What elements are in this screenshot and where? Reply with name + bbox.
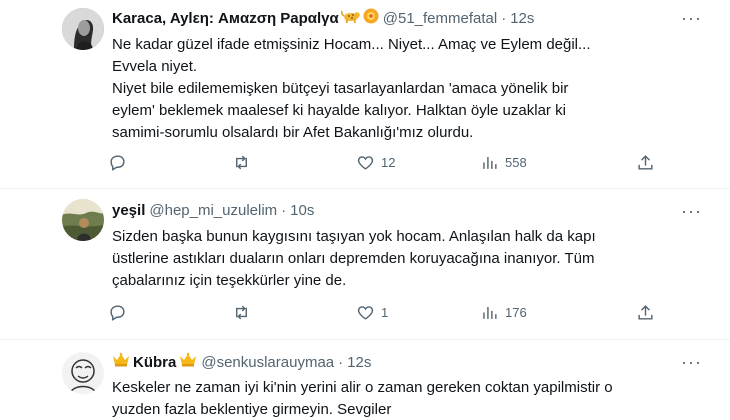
tweet-line: yuzden fazla beklentiye girmeyin. Sevgil… [112,401,392,418]
tweet-line: Ne kadar güzel ifade etmişsiniz Hocam...… [112,36,591,53]
tweet-header: Kübra @senkuslarauymaa · 12s [112,352,371,373]
handle[interactable]: @senkuslarauymaa [201,353,334,373]
display-name[interactable]: Karaca, Aylεη: Aмαzση Papαlγα [112,9,339,29]
avatar[interactable] [62,199,104,241]
reply-button[interactable] [108,303,133,322]
more-options-icon[interactable]: ··· [681,352,702,372]
timestamp[interactable]: 12s [347,353,371,373]
tweet-line: üstlerine astıkları duaların onları depr… [112,250,595,267]
tweet-line: samimi-sorumlu olsalardı bir Afet Bakanl… [112,124,474,141]
avatar-image [62,352,104,394]
views-icon [483,156,497,169]
crown-emoji-icon [112,352,130,373]
tweet-header: Karaca, Aylεη: Aмαzση Papαlγα @51_femmef… [112,8,534,30]
reply-button[interactable] [108,153,133,172]
share-icon [638,304,653,320]
tweet-text: Sizden başka bunun kaygısını taşıyan yok… [112,226,672,292]
heart-icon [357,305,374,320]
views-icon [483,306,497,319]
more-options-icon[interactable]: ··· [681,8,702,28]
tweet-line: çabalarınız için teşekkürler yine de. [112,272,347,289]
more-options-icon[interactable]: ··· [681,201,702,221]
reply-icon [110,304,125,321]
tweet[interactable]: yeşil @hep_mi_uzulelim · 10s ··· Sizden … [0,189,730,340]
timestamp[interactable]: 12s [510,9,534,29]
heart-icon [357,155,374,170]
retweet-icon [236,155,247,169]
share-button[interactable] [636,303,655,322]
retweet-button[interactable] [232,153,257,172]
tweet-text: Keskeler ne zaman iyi ki'nin yerini alir… [112,377,672,420]
separator: · [281,202,287,219]
like-button[interactable]: 1 [356,303,388,322]
separator: · [338,353,344,371]
view-count: 176 [505,304,527,320]
tweet-line: Sizden başka bunun kaygısını taşıyan yok… [112,228,596,245]
action-bar: 1 176 [108,302,668,322]
separator: · [501,10,507,27]
avatar[interactable] [62,352,104,394]
tweet-line: Keskeler ne zaman iyi ki'nin yerini alir… [112,379,613,396]
tweet-text: Ne kadar güzel ifade etmişsiniz Hocam...… [112,34,672,144]
tweet-header: yeşil @hep_mi_uzulelim · 10s [112,201,314,221]
display-name[interactable]: Kübra [133,353,176,373]
avatar-image [62,199,104,241]
tweet-line: Niyet bile edilememişken bütçeyi tasarla… [112,80,569,97]
tweet-line: eylem' beklemek maalesef ki hayalde kalı… [112,102,566,119]
timestamp[interactable]: 10s [290,201,314,221]
reply-icon [110,154,125,171]
avatar[interactable] [62,8,104,50]
view-count: 558 [505,154,527,170]
display-name[interactable]: yeşil [112,201,145,221]
share-button[interactable] [636,153,655,172]
views-button[interactable]: 558 [480,153,527,172]
like-count: 12 [381,154,396,170]
tweet[interactable]: Kübra @senkuslarauymaa · 12s ··· Keskele… [0,340,730,420]
sun-emoji-icon [363,8,379,30]
leopard-emoji-icon [340,8,361,30]
handle[interactable]: @51_femmefatal [383,9,497,29]
share-icon [638,154,653,170]
like-button[interactable]: 12 [356,153,395,172]
tweet-line: Evvela niyet. [112,58,198,75]
retweet-icon [236,305,247,319]
action-bar: 12 558 [108,152,668,172]
tweet[interactable]: Karaca, Aylεη: Aмαzση Papαlγα @51_femmef… [0,0,730,189]
views-button[interactable]: 176 [480,303,527,322]
like-count: 1 [381,304,389,320]
avatar-image [62,8,104,50]
reply-feed: Karaca, Aylεη: Aмαzση Papαlγα @51_femmef… [0,0,730,420]
handle[interactable]: @hep_mi_uzulelim [149,201,277,221]
crown-emoji-icon [179,352,197,373]
retweet-button[interactable] [232,303,257,322]
